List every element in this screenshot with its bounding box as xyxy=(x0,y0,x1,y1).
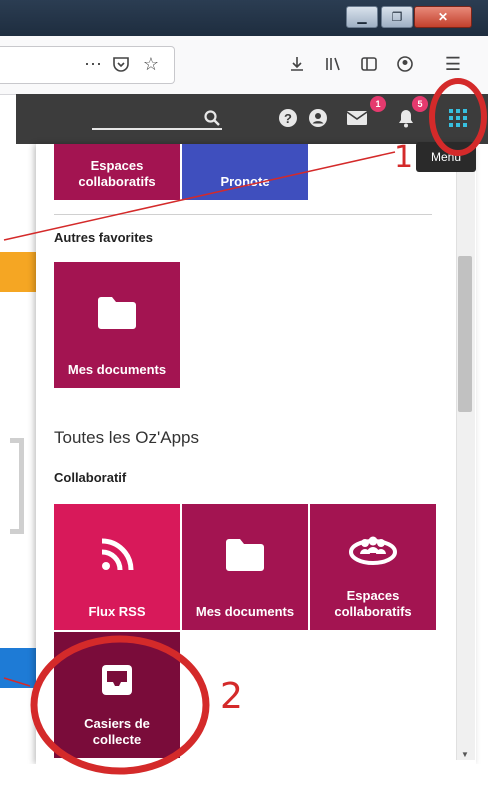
annotation-arrow-2 xyxy=(3,677,31,687)
annotation-arrow-1 xyxy=(3,151,396,241)
annotation-step-1: 1 xyxy=(394,140,414,175)
annotation-circle-1 xyxy=(429,78,487,156)
annotation-circle-2 xyxy=(30,635,210,775)
annotation-step-2: 2 xyxy=(220,676,243,717)
annotation-overlay xyxy=(3,78,487,775)
